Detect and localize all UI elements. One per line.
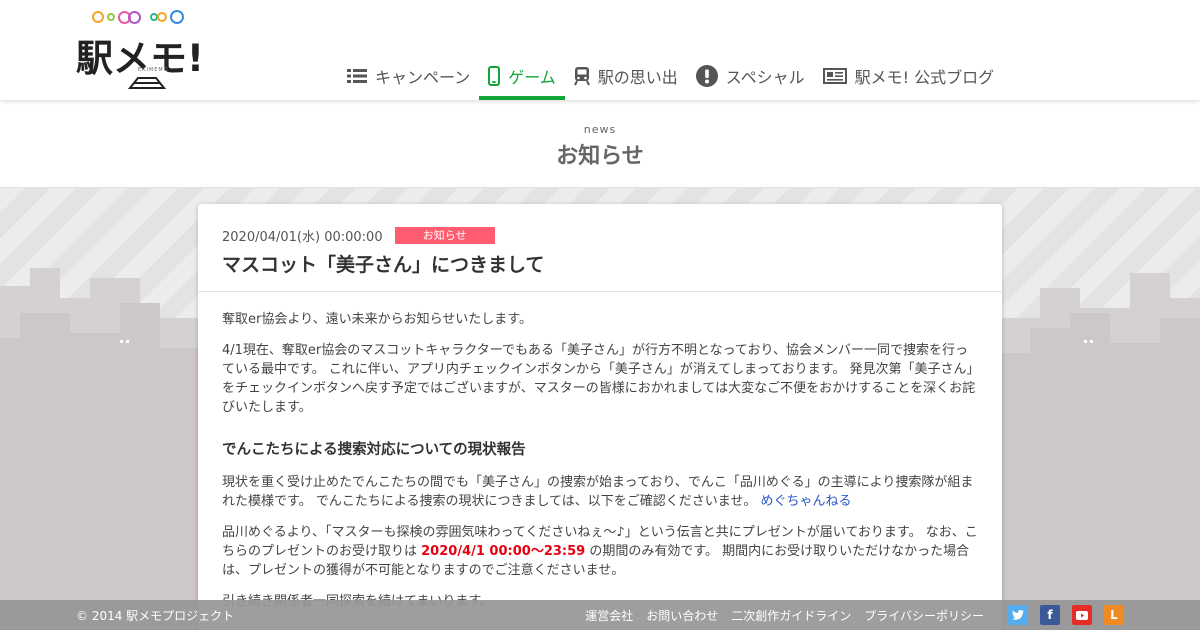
page-title-en: news (583, 123, 617, 136)
nav-game[interactable]: ゲーム (479, 52, 565, 100)
train-icon (573, 66, 590, 86)
main-nav: キャンペーン ゲーム 駅の思い出 スペシャル 駅メモ! 公式ブログ (338, 52, 1003, 100)
article-paragraph: 奪取er協会より、遠い未来からお知らせいたします。 (222, 312, 533, 327)
footer-link-guideline[interactable]: 二次創作ガイドライン (731, 607, 851, 624)
list-icon (347, 68, 367, 84)
site-header: 駅メモ! EKIMEMO キャンペーン ゲーム 駅の思い出 スペシャル 駅メモ!… (0, 0, 1200, 100)
category-badge: お知らせ (394, 226, 495, 244)
footer-link-contact[interactable]: お問い合わせ (646, 607, 718, 624)
youtube-icon[interactable] (1072, 605, 1092, 625)
site-footer: © 2014 駅メモプロジェクト 運営会社 お問い合わせ 二次創作ガイドライン … (0, 600, 1200, 630)
page-title-band: news お知らせ (0, 100, 1200, 188)
newspaper-icon (822, 68, 847, 84)
article-meta: 2020/04/01(水) 00:00:00 お知らせ (222, 226, 978, 245)
nav-label: 駅メモ! 公式ブログ (854, 68, 995, 87)
nav-memories[interactable]: 駅の思い出 (565, 52, 687, 100)
smartphone-icon (488, 66, 501, 86)
paragraph-text: 現状を重く受け止めたでんこたちの間でも「美子さん」の捜索が始まっており、でんこ「… (222, 475, 974, 509)
site-logo[interactable]: 駅メモ! EKIMEMO (76, 8, 226, 94)
logo-dot (157, 12, 167, 22)
nav-label: スペシャル (725, 68, 805, 87)
nav-campaign[interactable]: キャンペーン (338, 52, 479, 100)
facebook-icon[interactable]: f (1040, 605, 1060, 625)
article-subheading: でんこたちによる捜索対応についての現状報告 (222, 442, 526, 458)
line-blog-icon[interactable]: L (1104, 605, 1124, 625)
nav-label: キャンペーン (375, 68, 471, 87)
article-paragraph: 現状を重く受け止めたでんこたちの間でも「美子さん」の捜索が始まっており、でんこ「… (222, 473, 978, 511)
exclamation-icon (695, 65, 718, 87)
article-datetime: 2020/04/01(水) 00:00:00 (222, 229, 383, 245)
logo-dot (170, 10, 184, 24)
twitter-icon[interactable] (1008, 605, 1028, 625)
article-paragraph: 品川めぐるより、「マスターも探検の雰囲気味わってくださいねぇ〜♪」という伝言と共… (222, 523, 978, 580)
article-paragraph: 4/1現在、奪取er協会のマスコットキャラクターでもある「美子さん」が行方不明と… (222, 343, 976, 415)
article-header: 2020/04/01(水) 00:00:00 お知らせ マスコット「美子さん」に… (198, 204, 1002, 292)
nav-blog[interactable]: 駅メモ! 公式ブログ (814, 52, 1004, 100)
present-period: 2020/4/1 00:00〜23:59 (421, 544, 586, 559)
nav-label: ゲーム (508, 68, 556, 87)
article-title: マスコット「美子さん」につきまして (222, 254, 545, 276)
nav-label: 駅の思い出 (597, 68, 678, 87)
meguchannel-link[interactable]: めぐちゃんねる (761, 494, 852, 509)
nav-special[interactable]: スペシャル (687, 52, 814, 100)
footer-link-company[interactable]: 運営会社 (585, 607, 633, 624)
copyright: © 2014 駅メモプロジェクト (76, 609, 235, 623)
logo-dot (128, 10, 141, 24)
footer-links: 運営会社 お問い合わせ 二次創作ガイドライン プライバシーポリシー (572, 607, 984, 624)
article-card: 2020/04/01(水) 00:00:00 お知らせ マスコット「美子さん」に… (198, 204, 1002, 630)
social-links: f L (996, 605, 1124, 625)
logo-subtitle: EKIMEMO (138, 67, 169, 73)
logo-dot (92, 11, 104, 23)
article-body: 奪取er協会より、遠い未来からお知らせいたします。 4/1現在、奪取er協会のマ… (198, 292, 1002, 611)
logo-dots (92, 10, 187, 24)
logo-dot (107, 13, 115, 21)
page-title: お知らせ (556, 144, 644, 169)
logo-wordmark: 駅メモ! (76, 37, 204, 80)
footer-link-privacy[interactable]: プライバシーポリシー (864, 607, 984, 624)
rails-icon (128, 77, 166, 89)
